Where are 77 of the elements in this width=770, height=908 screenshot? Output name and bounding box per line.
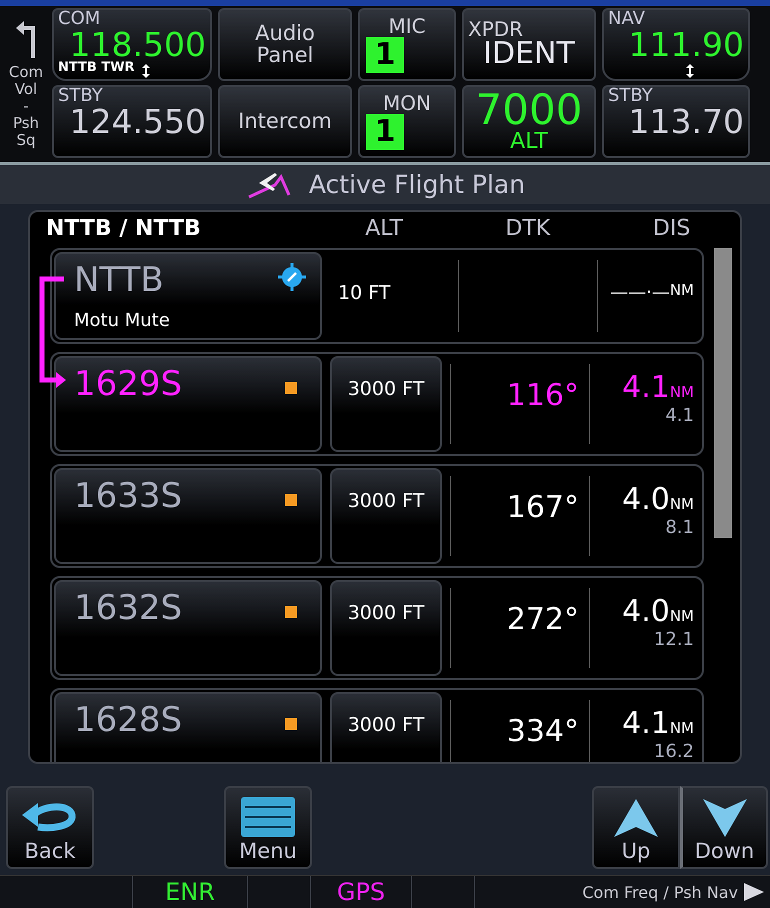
nav-radio-panel[interactable]: NAV 111.90 STBY 113.70: [602, 8, 750, 158]
waypoint-button[interactable]: 1633S: [54, 468, 322, 564]
distance-value: 4.1: [621, 370, 670, 406]
distance-value: 4.0: [621, 482, 670, 518]
distance-unit: NM: [670, 607, 694, 628]
flight-plan-row[interactable]: 1633S 3000 FT 167° 4.0NM 8.1: [50, 464, 704, 568]
distance-value: 4.0: [621, 594, 670, 630]
waypoint-button[interactable]: NTTB Motu Mute: [54, 252, 322, 340]
column-header: DIS: [652, 216, 692, 241]
waypoint-icon: [285, 494, 297, 506]
up-arrow-icon: [614, 799, 658, 838]
com-active-frequency: 118.500: [70, 28, 206, 61]
standby-label: STBY: [608, 86, 654, 105]
nav-label: NAV: [608, 10, 646, 28]
audio-panel-button[interactable]: Audio Panel: [218, 8, 352, 81]
waypoint-icon: [285, 718, 297, 730]
nav-active-frequency: 111.90: [628, 28, 744, 61]
menu-button[interactable]: Menu: [224, 786, 312, 870]
desired-track-cell: 167°: [450, 476, 590, 556]
altitude-button[interactable]: 3000 FT: [330, 468, 442, 564]
cumulative-distance: 12.1: [652, 629, 694, 650]
altitude-button[interactable]: 3000 FT: [330, 356, 442, 452]
waypoint-button[interactable]: 1629S: [54, 356, 322, 452]
station-name: NTTB TWR: [58, 60, 135, 74]
up-button[interactable]: Up: [592, 786, 680, 870]
flight-plan-row[interactable]: 1632S 3000 FT 272° 4.0NM 12.1: [50, 576, 704, 680]
back-button[interactable]: Back: [6, 786, 94, 870]
right-arrow-icon: [744, 883, 764, 902]
cumulative-distance: 16.2: [652, 741, 694, 762]
standby-label: STBY: [58, 86, 104, 105]
flight-plan-row[interactable]: 1629S 3000 FT 116° 4.1 NM 4.1: [50, 352, 704, 456]
distance-value: 4.1: [621, 706, 670, 742]
side-label: Com: [8, 64, 44, 81]
cumulative-distance: 8.1: [664, 517, 694, 538]
column-header: ALT: [364, 216, 404, 241]
xpdr-ident-button[interactable]: XPDR IDENT: [462, 8, 596, 81]
side-label: Sq: [16, 132, 36, 149]
cumulative-distance: 4.1: [664, 405, 694, 426]
com-radio-panel[interactable]: COM 118.500 NTTB TWR STBY 124.550: [52, 8, 212, 158]
status-indicator: GPS: [311, 876, 412, 908]
squawk-button[interactable]: 7000 ALT: [462, 84, 596, 158]
waypoint-button[interactable]: 1632S: [54, 580, 322, 676]
down-button[interactable]: Down: [680, 786, 768, 870]
altitude-button[interactable]: 3000 FT: [330, 692, 442, 762]
menu-icon: [241, 797, 295, 838]
route-header: NTTB / NTTB: [46, 216, 202, 241]
mic-button[interactable]: MIC 1: [358, 8, 456, 81]
swap-icon: [142, 64, 150, 78]
waypoint-icon: [285, 606, 297, 618]
desired-track-cell: 334°: [450, 700, 590, 762]
airport-icon: [277, 262, 307, 292]
status-indicator: ENR: [133, 876, 248, 908]
desired-track-cell: 272°: [450, 588, 590, 668]
knob-hint: Com Freq / Psh Nav: [581, 882, 738, 902]
side-label: Vol: [14, 80, 38, 98]
altitude-button[interactable]: 3000 FT: [330, 580, 442, 676]
down-arrow-icon: [702, 799, 746, 838]
distance-unit: NM: [670, 495, 694, 516]
distance-unit: NM: [670, 719, 694, 740]
intercom-button[interactable]: Intercom: [218, 84, 352, 158]
desired-track-cell: 116°: [450, 364, 590, 444]
distance-value: ——·—: [609, 281, 670, 304]
side-label: Psh: [12, 114, 40, 132]
waypoint-button[interactable]: 1628S: [54, 692, 322, 762]
waypoint-icon: [285, 382, 297, 394]
column-header: DTK: [504, 216, 552, 241]
mon-button[interactable]: MON 1: [358, 84, 456, 158]
distance-unit: NM: [670, 281, 694, 302]
altitude-value: 10 FT: [337, 282, 392, 306]
swap-icon: [686, 64, 694, 78]
distance-unit: NM: [670, 383, 694, 404]
page-title: Active Flight Plan: [308, 170, 526, 200]
com-standby-frequency: 124.550: [68, 104, 206, 138]
side-label: -: [23, 98, 29, 115]
com-label: COM: [58, 10, 102, 28]
flight-plan-row[interactable]: 1628S 3000 FT 334° 4.1 NM 16.2: [50, 688, 704, 762]
nav-standby-frequency: 113.70: [628, 104, 744, 138]
